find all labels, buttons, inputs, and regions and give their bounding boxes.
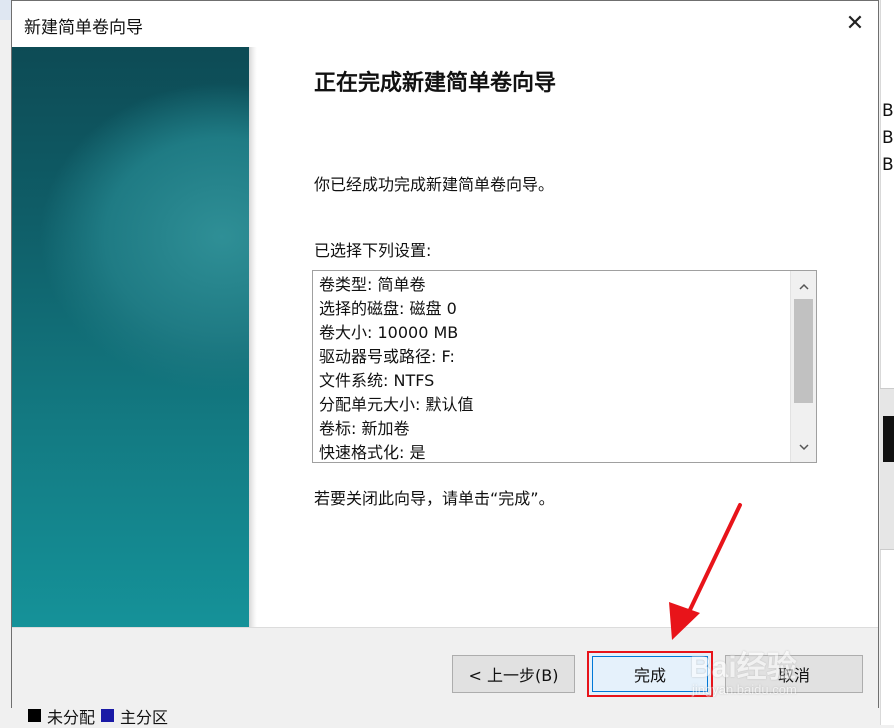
close-button[interactable]: ✕ [832, 1, 878, 46]
title-bar: 新建简单卷向导 ✕ [12, 1, 878, 46]
wizard-banner-image [12, 47, 249, 627]
list-item: 驱动器号或路径: F: [319, 347, 455, 366]
settings-list: 卷类型: 简单卷 选择的磁盘: 磁盘 0 卷大小: 10000 MB 驱动器号或… [319, 273, 789, 462]
background-text: B [882, 155, 894, 175]
chevron-down-icon [798, 443, 809, 450]
wizard-content: 正在完成新建简单卷向导 你已经成功完成新建简单卷向导。 已选择下列设置: 卷类型… [257, 47, 878, 627]
page-title: 正在完成新建简单卷向导 [314, 71, 557, 96]
list-item: 选择的磁盘: 磁盘 0 [319, 299, 457, 318]
list-item: 快速格式化: 是 [319, 443, 426, 462]
window-title: 新建简单卷向导 [24, 18, 143, 38]
new-simple-volume-wizard: 新建简单卷向导 ✕ 正在完成新建简单卷向导 你已经成功完成新建简单卷向导。 已选… [11, 0, 879, 709]
finish-button-label: 完成 [592, 656, 708, 692]
back-button[interactable]: < 上一步(B) [452, 655, 575, 693]
button-bar: < 上一步(B) 完成 取消 [12, 627, 878, 709]
settings-summary-box[interactable]: 卷类型: 简单卷 选择的磁盘: 磁盘 0 卷大小: 10000 MB 驱动器号或… [312, 270, 817, 463]
banner-divider [249, 47, 257, 627]
background-scrollbar[interactable] [880, 388, 894, 550]
finish-button[interactable]: 完成 [587, 651, 713, 697]
background-text: B [882, 128, 894, 148]
background-text: B [882, 101, 894, 121]
list-item: 分配单元大小: 默认值 [319, 395, 474, 414]
success-message: 你已经成功完成新建简单卷向导。 [314, 175, 555, 194]
close-instruction: 若要关闭此向导，请单击“完成”。 [314, 489, 555, 508]
chevron-up-icon [798, 283, 809, 290]
legend-swatch-primary [101, 709, 115, 722]
cancel-button[interactable]: 取消 [725, 655, 863, 693]
background-scrollbar-thumb[interactable] [883, 416, 894, 462]
scroll-down-button[interactable] [791, 435, 816, 459]
list-item: 卷标: 新加卷 [319, 419, 410, 438]
scroll-up-button[interactable] [791, 274, 816, 298]
list-item: 文件系统: NTFS [319, 371, 435, 390]
list-item: 卷大小: 10000 MB [319, 323, 459, 342]
close-icon: ✕ [845, 11, 865, 36]
settings-scrollbar[interactable] [790, 271, 816, 462]
scrollbar-thumb[interactable] [794, 299, 813, 403]
legend-swatch-unallocated [28, 709, 41, 722]
settings-label: 已选择下列设置: [314, 241, 432, 260]
list-item: 卷类型: 简单卷 [319, 275, 426, 294]
